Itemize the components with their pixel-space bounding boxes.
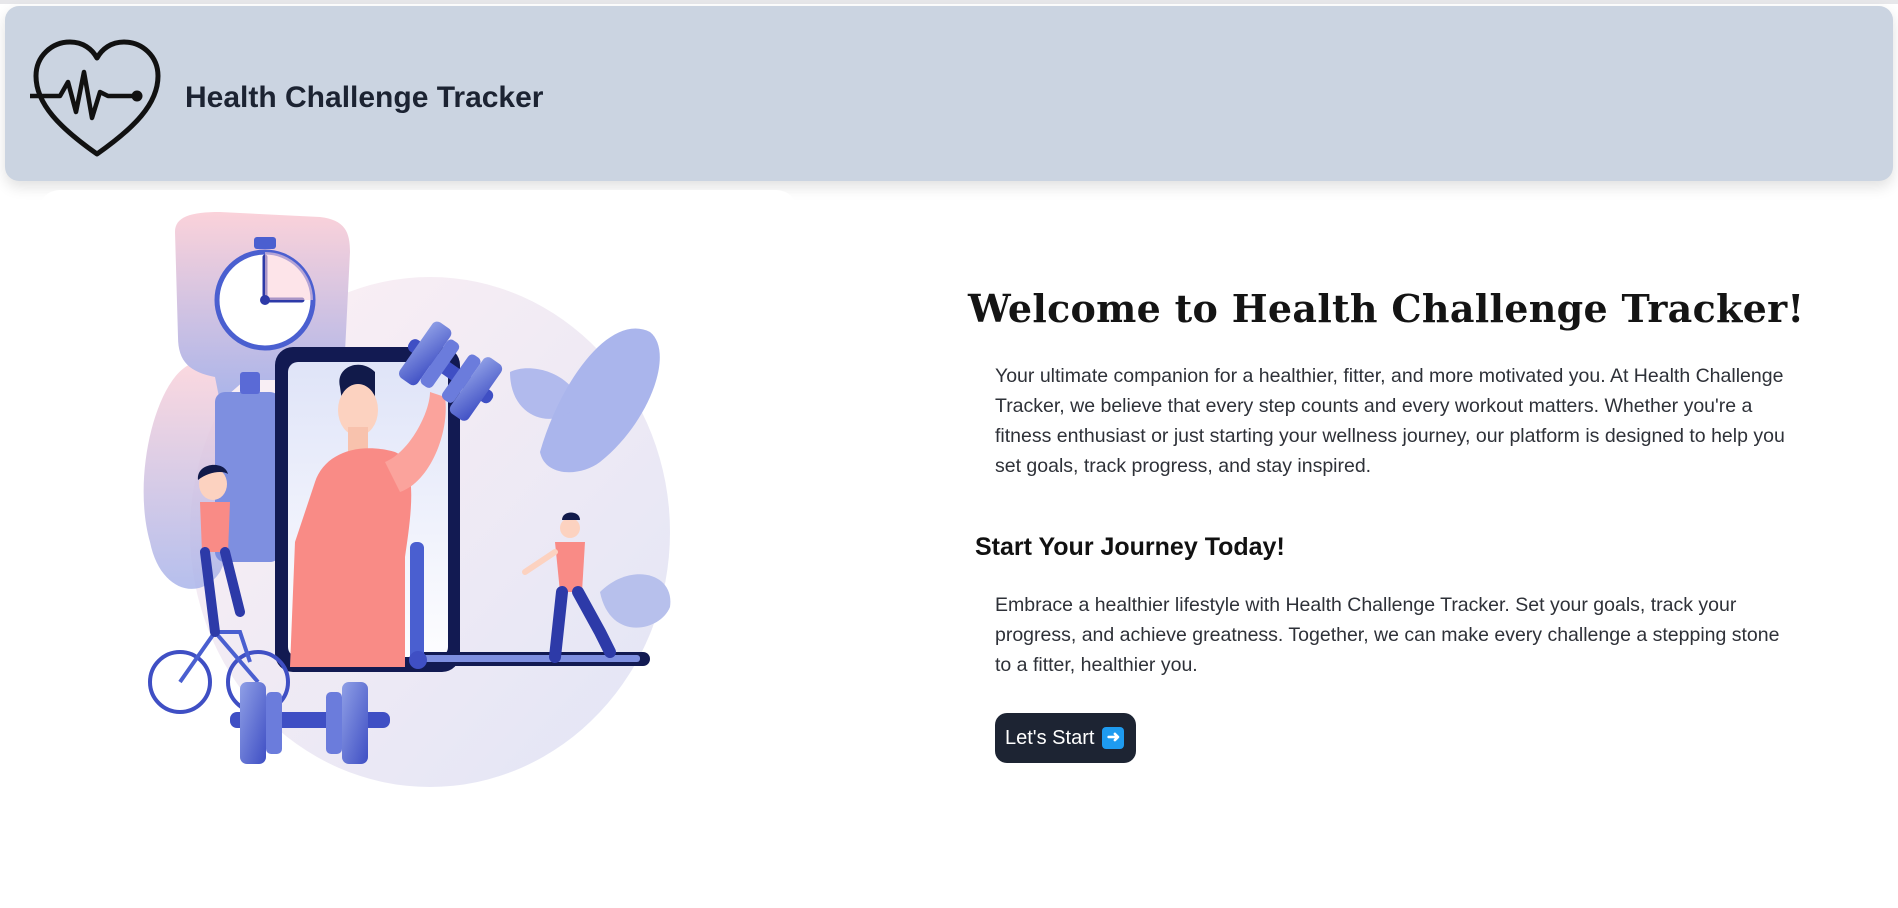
intro-paragraph: Your ultimate companion for a healthier,… xyxy=(995,365,1785,477)
welcome-title: Welcome to Health Challenge Tracker! xyxy=(968,286,1805,331)
fitness-illustration xyxy=(143,212,671,787)
app-title: Health Challenge Tracker xyxy=(185,81,544,114)
main-content: Welcome to Health Challenge Tracker! You… xyxy=(968,286,1808,763)
lets-start-button[interactable]: Let's Start ➜ xyxy=(995,713,1137,763)
heart-pulse-icon xyxy=(30,39,161,157)
right-arrow-icon: ➜ xyxy=(1102,727,1125,749)
journey-title: Start Your Journey Today! xyxy=(975,533,1285,561)
top-border xyxy=(0,0,1898,4)
lets-start-label: Let's Start xyxy=(1005,726,1095,749)
journey-paragraph: Embrace a healthier lifestyle with Healt… xyxy=(995,594,1780,676)
app-header: Health Challenge Tracker xyxy=(5,6,1893,181)
